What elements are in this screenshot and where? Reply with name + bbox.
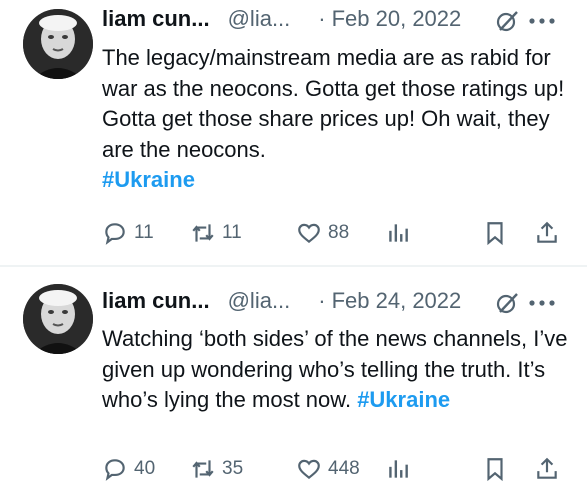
tweet-body: The legacy/mainstream media are as rabid… xyxy=(102,45,565,162)
separator-dot: · xyxy=(318,6,326,31)
like-count: 448 xyxy=(328,458,360,479)
repost-icon xyxy=(192,224,214,242)
tweet-actions: 11 11 88 xyxy=(102,216,572,250)
reply-button[interactable]: 11 xyxy=(102,216,154,250)
author-name[interactable]: liam cun... xyxy=(102,288,210,314)
separator-dot: · xyxy=(318,288,326,313)
author-name[interactable]: liam cun... xyxy=(102,6,210,32)
bookmark-icon xyxy=(487,222,503,246)
grok-icon[interactable] xyxy=(495,9,519,33)
share-icon xyxy=(537,457,557,479)
author-handle[interactable]: @lia... xyxy=(228,288,291,314)
like-icon xyxy=(298,459,320,480)
tweet-header: liam cun... @lia... · Feb 24, 2022 xyxy=(102,286,461,316)
views-button[interactable] xyxy=(385,452,417,486)
reply-count: 40 xyxy=(134,458,156,479)
views-button[interactable] xyxy=(385,216,417,250)
tweet-body: Watching ‘both sides’ of the news channe… xyxy=(102,326,568,412)
like-icon xyxy=(298,223,320,244)
like-button[interactable]: 448 xyxy=(296,452,360,486)
views-icon xyxy=(389,460,408,478)
more-icon[interactable] xyxy=(527,291,557,315)
tweet[interactable]: liam cun... @lia... · Feb 24, 2022 Watch… xyxy=(0,267,587,500)
repost-button[interactable]: 11 xyxy=(190,216,242,250)
repost-count: 11 xyxy=(222,222,242,243)
bookmark-button[interactable] xyxy=(482,216,514,250)
grok-icon[interactable] xyxy=(495,291,519,315)
like-count: 88 xyxy=(328,222,350,243)
tweet-text: Watching ‘both sides’ of the news channe… xyxy=(102,324,572,416)
avatar[interactable] xyxy=(23,9,93,79)
bookmark-button[interactable] xyxy=(482,452,514,486)
repost-button[interactable]: 35 xyxy=(190,452,243,486)
reply-button[interactable]: 40 xyxy=(102,452,155,486)
share-button[interactable] xyxy=(534,452,566,486)
tweet-feed: liam cun... @lia... · Feb 20, 2022 The l… xyxy=(0,0,587,500)
share-button[interactable] xyxy=(534,216,566,250)
tweet-actions: 40 35 448 xyxy=(102,452,572,486)
reply-count: 11 xyxy=(134,222,154,243)
tweet-date[interactable]: Feb 20, 2022 xyxy=(332,6,462,32)
reply-icon xyxy=(105,459,125,481)
like-button[interactable]: 88 xyxy=(296,216,349,250)
views-icon xyxy=(389,224,408,242)
bookmark-icon xyxy=(487,458,503,482)
reply-icon xyxy=(105,223,125,245)
share-icon xyxy=(537,221,557,243)
author-handle[interactable]: @lia... xyxy=(228,6,291,32)
tweet-header: liam cun... @lia... · Feb 20, 2022 xyxy=(102,4,461,34)
avatar[interactable] xyxy=(23,284,93,354)
hashtag-link[interactable]: #Ukraine xyxy=(357,387,450,412)
repost-count: 35 xyxy=(222,458,244,479)
tweet[interactable]: liam cun... @lia... · Feb 20, 2022 The l… xyxy=(0,0,587,266)
more-icon[interactable] xyxy=(527,9,557,33)
tweet-text: The legacy/mainstream media are as rabid… xyxy=(102,43,572,196)
hashtag-link[interactable]: #Ukraine xyxy=(102,167,195,192)
tweet-date[interactable]: Feb 24, 2022 xyxy=(332,288,462,314)
repost-icon xyxy=(192,460,214,478)
